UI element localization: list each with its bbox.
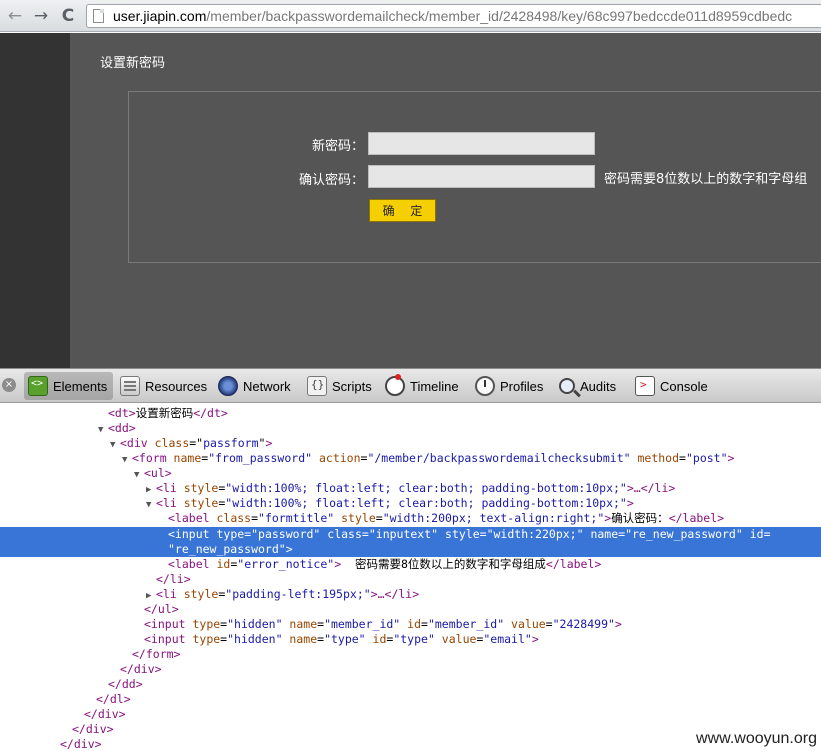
dom-node[interactable]: <label id="error_notice"> 密码需要8位数以上的数字和字… <box>0 557 821 572</box>
error-notice: 密码需要8位数以上的数字和字母组 <box>604 172 808 187</box>
address-bar[interactable]: user.jiapin.com/member/backpasswordemail… <box>86 4 821 28</box>
dom-node[interactable]: </dl> <box>0 692 821 707</box>
tab-label: Timeline <box>410 378 459 394</box>
left-rail <box>0 33 70 368</box>
tab-resources[interactable]: Resources <box>116 372 213 400</box>
dom-node[interactable]: ▼ <li style="width:100%; float:left; clea… <box>0 496 821 511</box>
close-devtools-icon[interactable]: × <box>2 378 16 392</box>
confirm-password-label: 确认密码： <box>298 173 364 188</box>
devtools-toolbar: × Elements Resources Network Scripts Tim… <box>0 368 821 403</box>
dom-node[interactable]: </dd> <box>0 677 821 692</box>
console-icon <box>635 376 655 396</box>
tab-label: Audits <box>580 378 617 394</box>
tab-audits[interactable]: Audits <box>555 372 622 400</box>
tab-label: Console <box>660 378 708 394</box>
url-text: user.jiapin.com/member/backpasswordemail… <box>113 5 792 27</box>
tab-network[interactable]: Network <box>214 372 297 400</box>
watermark: www.wooyun.org <box>696 730 817 748</box>
confirm-button[interactable]: 确 定 <box>369 199 436 222</box>
tab-elements[interactable]: Elements <box>24 372 114 400</box>
tab-label: Elements <box>53 378 108 394</box>
dom-node[interactable]: </div> <box>0 662 821 677</box>
scripts-icon <box>307 376 327 396</box>
back-button[interactable]: ← <box>4 5 26 27</box>
dom-node[interactable]: ▼ <form name="from_password" action="/mem… <box>0 451 821 466</box>
network-icon <box>218 376 238 396</box>
dom-node[interactable]: <label class="formtitle" style="width:20… <box>0 511 821 526</box>
tab-profiles[interactable]: Profiles <box>471 372 549 400</box>
dom-node[interactable]: ▼ <dd> <box>0 421 821 436</box>
dom-node[interactable]: <input type="hidden" name="type" id="typ… <box>0 632 821 647</box>
dom-node[interactable]: </li> <box>0 572 821 587</box>
tab-label: Scripts <box>332 378 372 394</box>
new-password-label: 新密码： <box>311 139 364 154</box>
elements-icon <box>28 376 48 396</box>
dom-node[interactable]: ▶ <li style="width:100%; float:left; clea… <box>0 481 821 496</box>
url-host: user.jiapin.com <box>113 8 207 24</box>
tab-timeline[interactable]: Timeline <box>381 372 465 400</box>
page-icon <box>93 9 104 23</box>
url-path: /member/backpasswordemailcheck/member_id… <box>206 8 793 24</box>
profiles-icon <box>475 376 495 396</box>
dom-node[interactable]: ▼ <ul> <box>0 466 821 481</box>
page-viewport: 设置新密码 新密码： 确认密码： 密码需要8位数以上的数字和字母组 确 定 <box>0 33 821 368</box>
confirm-password-input[interactable] <box>368 165 595 188</box>
dom-node[interactable]: </div> <box>0 707 821 722</box>
forward-button[interactable]: → <box>30 5 52 27</box>
resources-icon <box>120 376 140 396</box>
selected-dom-node[interactable]: <input type="password" class="inputext" … <box>0 527 821 557</box>
tab-label: Network <box>243 378 291 394</box>
dom-node[interactable]: <dt>设置新密码</dt> <box>0 406 821 421</box>
tab-scripts[interactable]: Scripts <box>303 372 378 400</box>
timeline-icon <box>385 374 405 396</box>
new-password-input[interactable] <box>368 132 595 155</box>
audits-icon <box>559 378 575 394</box>
dom-node[interactable]: ▼ <div class="passform"> <box>0 436 821 451</box>
tab-console[interactable]: Console <box>631 372 714 400</box>
dom-node[interactable]: </ul> <box>0 602 821 617</box>
tab-label: Profiles <box>500 378 544 394</box>
dom-node[interactable]: ▶ <li style="padding-left:195px;">…</li> <box>0 587 821 602</box>
page-title: 设置新密码 <box>100 56 166 71</box>
tab-label: Resources <box>145 378 208 394</box>
dom-node[interactable]: <input type="hidden" name="member_id" id… <box>0 617 821 632</box>
elements-source: <dt>设置新密码</dt> ▼ <dd> ▼ <div class="passfo… <box>0 403 821 751</box>
browser-toolbar: ← → C user.jiapin.com/member/backpasswor… <box>0 0 821 32</box>
reload-button[interactable]: C <box>57 5 79 27</box>
dom-node[interactable]: </form> <box>0 647 821 662</box>
